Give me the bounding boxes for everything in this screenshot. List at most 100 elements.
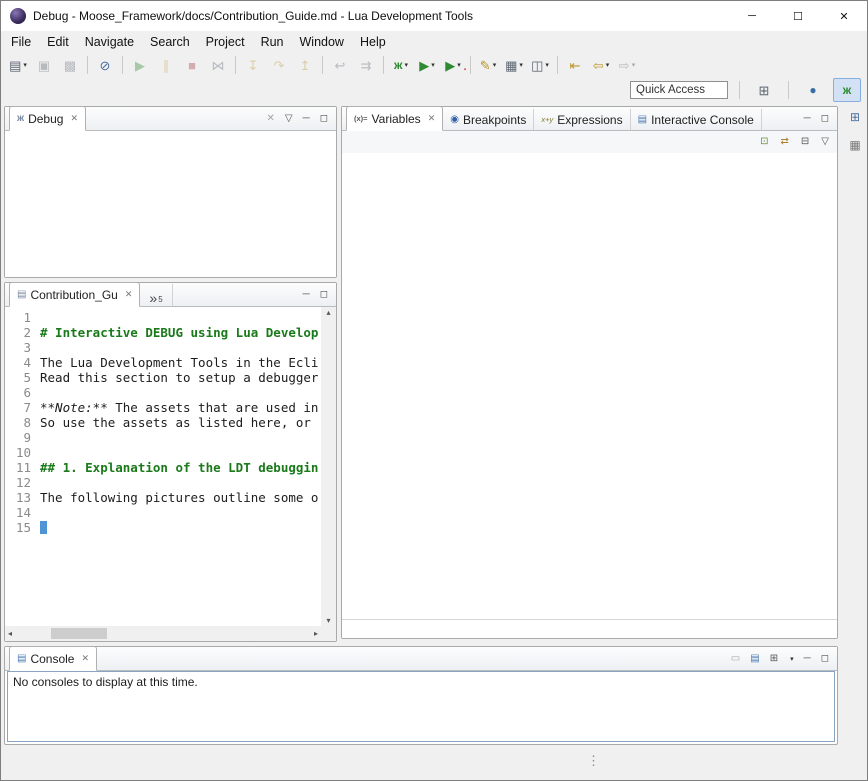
show-detail-pane-button[interactable]: ⊡ [760,137,768,147]
tab-debug[interactable]: ж Debug ✕ [9,106,86,131]
editor-tab-label: Contribution_Gu [30,288,117,302]
new-wizard-button[interactable]: ▤ ▾ [5,54,31,76]
editor-text-area[interactable]: 1 2# Interactive DEBUG using Lua Develop… [5,307,321,626]
run-button[interactable]: ▶ ▾ [414,54,440,76]
line-number[interactable]: 1 [5,310,40,325]
close-button[interactable]: ✕ [821,1,867,31]
remove-all-terminated-button[interactable]: ✕ [267,114,275,124]
line-number[interactable]: 15 [5,520,40,535]
editor-horizontal-scrollbar[interactable]: ◂ ▸ [5,626,321,641]
chevron-down-icon[interactable]: ▾ [790,655,794,663]
menu-file[interactable]: File [3,33,39,51]
line-number[interactable]: 6 [5,385,40,400]
minimize-view-button[interactable]: ─ [303,114,310,124]
editor-tab-overflow[interactable]: » 5 [140,284,172,306]
line-number[interactable]: 5 [5,370,40,385]
maximize-view-button[interactable]: ◻ [320,290,328,300]
close-icon[interactable]: ✕ [81,653,89,664]
scroll-up-icon[interactable]: ▴ [323,307,333,318]
tab-contribution-guide[interactable]: ▤ Contribution_Gu ✕ [9,282,140,307]
display-selected-console-button[interactable]: ▭ [731,654,740,664]
line-number[interactable]: 3 [5,340,40,355]
line-number[interactable]: 12 [5,475,40,490]
maximize-view-button[interactable]: ◻ [320,114,328,124]
view-menu-button[interactable]: ▽ [821,137,829,147]
line-number[interactable]: 13 [5,490,40,505]
disconnect-button[interactable]: ⋈ [205,54,231,76]
line-number[interactable]: 7 [5,400,40,415]
line-number[interactable]: 4 [5,355,40,370]
breakpoint-icon: ◉ [450,114,459,125]
menu-search[interactable]: Search [142,33,198,51]
step-return-button[interactable]: ↥ [292,54,318,76]
scrollbar-thumb[interactable] [51,628,107,639]
debug-perspective-button[interactable]: ж [833,78,861,102]
menu-help[interactable]: Help [352,33,394,51]
view-menu-button[interactable]: ▽ [285,114,293,124]
editor-vertical-scrollbar[interactable]: ▴ ▾ [321,307,336,626]
detail-pane-sash[interactable] [342,619,837,620]
open-perspective-button[interactable]: ⊞ [751,79,777,101]
suspend-button[interactable]: ∥ [153,54,179,76]
scroll-left-icon[interactable]: ◂ [5,628,15,639]
line-number[interactable]: 14 [5,505,40,520]
quick-access-field[interactable]: Quick Access [630,81,728,99]
resume-button[interactable]: ▶ [127,54,153,76]
external-tools-button[interactable]: ▶ ▪ ▾ [440,54,466,76]
maximize-view-button[interactable]: ◻ [821,114,829,124]
outline-view-button[interactable]: ▦ [849,138,860,152]
minimize-view-button[interactable]: ─ [804,654,811,664]
maximize-view-button[interactable]: ◻ [821,654,829,664]
menu-project[interactable]: Project [198,33,253,51]
pin-console-button[interactable]: ▤ [750,654,759,664]
drop-to-frame-button[interactable]: ↩ [327,54,353,76]
line-number[interactable]: 9 [5,430,40,445]
tab-variables[interactable]: (x)= Variables ✕ [346,106,443,131]
step-over-button[interactable]: ↷ [266,54,292,76]
restore-view-button[interactable]: ⊞ [850,110,860,124]
save-button[interactable]: ▣ [31,54,57,76]
step-into-button[interactable]: ↧ [240,54,266,76]
show-logical-structure-button[interactable]: ⇄ [781,137,789,147]
last-edit-location-button[interactable]: ⇤ [562,54,588,76]
line-number[interactable]: 2 [5,325,40,340]
wand-button[interactable]: ✎ ▾ [475,54,501,76]
scroll-right-icon[interactable]: ▸ [311,628,321,639]
maximize-button[interactable]: ☐ [775,1,821,31]
lua-perspective-button[interactable]: ● [800,79,826,101]
tab-breakpoints[interactable]: ◉ Breakpoints [443,109,534,130]
skip-all-breakpoints-button[interactable]: ⊘ [92,54,118,76]
close-icon[interactable]: ✕ [70,113,78,124]
debug-button[interactable]: ж ▾ [388,54,414,76]
menu-edit[interactable]: Edit [39,33,77,51]
external-tools-badge-icon: ▪ [464,67,466,73]
close-icon[interactable]: ✕ [428,113,436,124]
tab-interactive-console[interactable]: ▤ Interactive Console [631,109,762,130]
terminate-button[interactable]: ■ [179,54,205,76]
trim-drag-handle[interactable]: ⋮ [587,753,600,769]
menu-run[interactable]: Run [253,33,292,51]
use-step-filters-button[interactable]: ⇉ [353,54,379,76]
minimize-view-button[interactable]: ─ [804,114,811,124]
open-console-button[interactable]: ⊞ [770,654,778,664]
scroll-down-icon[interactable]: ▾ [323,615,333,626]
columns-button[interactable]: ◫ ▾ [527,54,553,76]
menu-navigate[interactable]: Navigate [77,33,142,51]
forward-button[interactable]: ⇨ ▾ [614,54,640,76]
collapse-all-button[interactable]: ⊟ [801,137,809,147]
save-all-button[interactable]: ▩ [57,54,83,76]
line-number[interactable]: 8 [5,415,40,430]
menu-window[interactable]: Window [292,33,352,51]
tab-console[interactable]: ▤ Console ✕ [9,646,97,671]
new-table-button[interactable]: ▦ ▾ [501,54,527,76]
tab-expressions[interactable]: x+y Expressions [534,109,630,130]
minimize-view-button[interactable]: ─ [303,290,310,300]
line-number[interactable]: 10 [5,445,40,460]
new-icon: ▤ [9,59,21,72]
back-button[interactable]: ⇦ ▾ [588,54,614,76]
minimize-button[interactable]: ─ [729,1,775,31]
editor-line: 13The following pictures outline some o [5,490,321,505]
toolbar-separator [322,56,323,74]
line-number[interactable]: 11 [5,460,40,475]
close-icon[interactable]: ✕ [125,289,133,300]
